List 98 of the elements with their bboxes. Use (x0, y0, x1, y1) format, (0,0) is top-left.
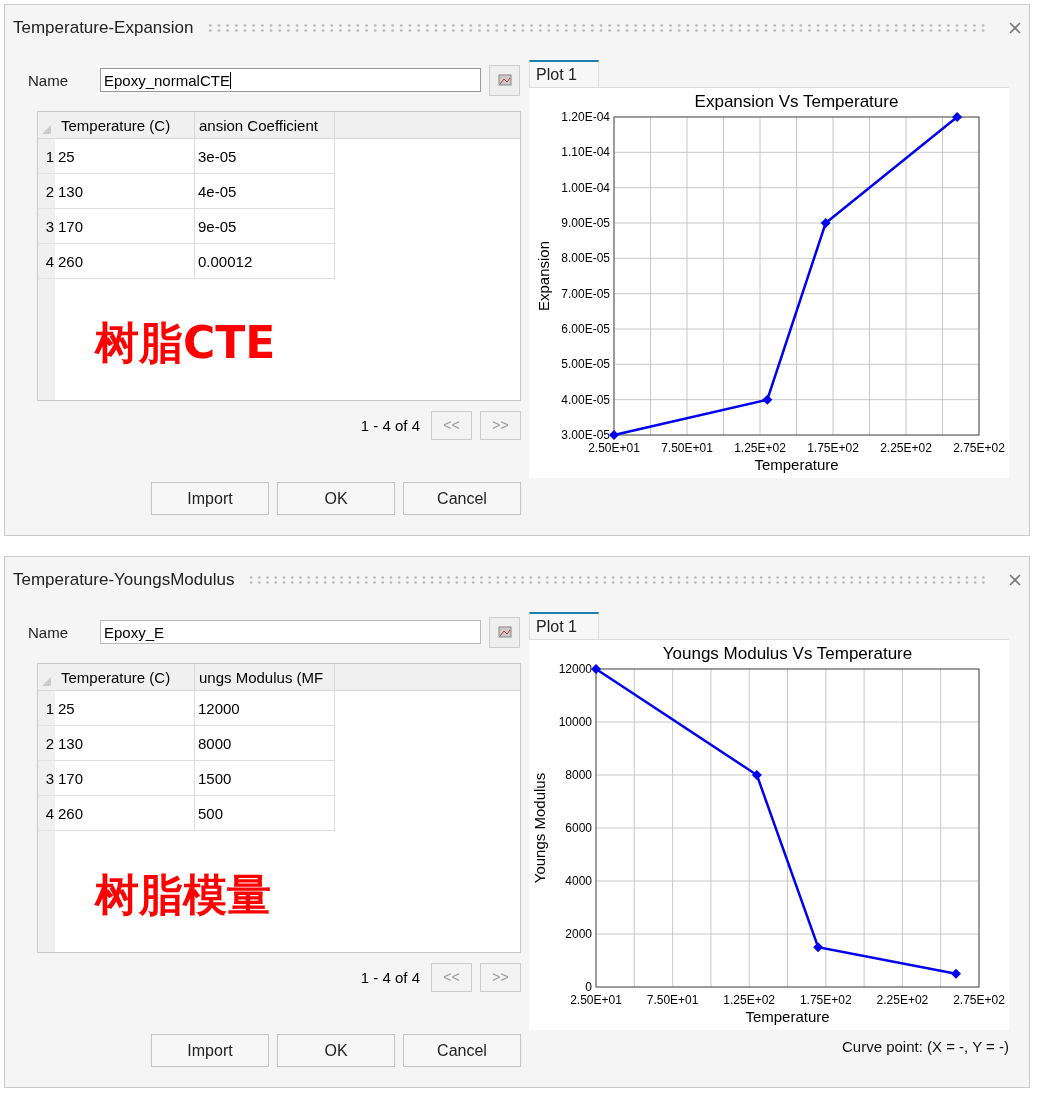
column-header[interactable]: ansion Coefficient (195, 112, 335, 138)
corner-icon (42, 125, 51, 134)
annotation-text: 树脂CTE (95, 316, 276, 370)
corner-icon (42, 677, 51, 686)
data-point (762, 394, 773, 405)
table-cell[interactable]: 170 (55, 761, 195, 796)
y-tick-label: 10000 (558, 715, 592, 729)
page-count: 1 - 4 of 4 (360, 416, 420, 434)
data-point (951, 968, 961, 979)
x-tick-label: 7.50E+01 (646, 993, 699, 1007)
image-icon (497, 73, 512, 87)
y-tick-label: 8000 (565, 768, 592, 782)
data-point (609, 430, 619, 440)
row-number: 3 (38, 761, 55, 796)
row-number: 2 (38, 174, 55, 209)
dialog-button[interactable]: Cancel (403, 482, 521, 515)
data-point (591, 664, 601, 674)
y-tick-label: 6.00E-05 (561, 322, 610, 336)
table-cell[interactable]: 1500 (195, 761, 335, 796)
y-tick-label: 6000 (565, 821, 592, 835)
row-number: 4 (38, 796, 55, 831)
x-tick-label: 1.25E+02 (723, 993, 776, 1007)
dialog-button[interactable]: Import (151, 482, 269, 515)
x-tick-label: 2.75E+02 (953, 993, 1005, 1007)
dialog-button[interactable]: OK (277, 482, 395, 515)
y-tick-label: 3.00E-05 (561, 428, 610, 442)
name-label: Name (27, 623, 69, 641)
row-number: 1 (38, 691, 55, 726)
y-tick-label: 1.00E-04 (561, 180, 610, 195)
image-button[interactable] (489, 616, 520, 648)
table-cell[interactable]: 8000 (195, 726, 335, 761)
y-tick-label: 4000 (565, 874, 592, 888)
page-count: 1 - 4 of 4 (360, 968, 420, 986)
data-point (813, 942, 824, 953)
x-tick-label: 1.25E+02 (734, 441, 786, 455)
table-cell[interactable]: 0.00012 (195, 244, 335, 279)
y-tick-label: 1.20E-04 (561, 110, 610, 124)
y-tick-label: 1.10E-04 (561, 145, 610, 160)
close-icon[interactable] (1009, 574, 1021, 586)
dialog-button[interactable]: Cancel (403, 1034, 521, 1067)
y-tick-label: 5.00E-05 (561, 357, 610, 372)
table-cell[interactable]: 4e-05 (195, 174, 335, 209)
y-axis-label: Expansion (535, 240, 552, 312)
x-tick-label: 7.50E+01 (661, 441, 713, 455)
row-number: 2 (38, 726, 55, 761)
table-cell[interactable]: 130 (55, 174, 195, 209)
y-tick-label: 8.00E-05 (561, 251, 610, 266)
chart-title: Youngs Modulus Vs Temperature (662, 644, 913, 663)
plot-tab[interactable]: Plot 1 (529, 60, 599, 87)
dialog-title: Temperature-YoungsModulus (13, 570, 235, 590)
curve-point-readout: Curve point: (X = -, Y = -) (841, 1038, 1009, 1055)
image-icon (497, 625, 512, 639)
y-tick-label: 0 (585, 980, 592, 994)
x-tick-label: 2.50E+01 (570, 993, 622, 1007)
table-cell[interactable]: 9e-05 (195, 209, 335, 244)
table-cell[interactable]: 260 (55, 244, 195, 279)
table-cell[interactable]: 130 (55, 726, 195, 761)
chart-title: Expansion Vs Temperature (694, 92, 899, 111)
data-point (751, 770, 762, 780)
plot-tab[interactable]: Plot 1 (529, 612, 599, 639)
column-header[interactable]: Temperature (C) (55, 112, 195, 138)
y-axis-label: Youngs Modulus (531, 772, 548, 884)
y-tick-label: 9.00E-05 (561, 216, 610, 230)
y-tick-label: 12000 (558, 662, 592, 676)
dialog-button[interactable]: OK (277, 1034, 395, 1067)
close-icon[interactable] (1009, 22, 1021, 34)
x-axis-label: Temperature (754, 456, 839, 473)
column-header[interactable]: ungs Modulus (MF (195, 664, 335, 690)
table-cell[interactable]: 12000 (195, 691, 335, 726)
y-tick-label: 7.00E-05 (561, 286, 610, 301)
x-tick-label: 2.25E+02 (876, 993, 929, 1007)
x-tick-label: 2.50E+01 (588, 441, 640, 455)
row-number: 1 (38, 139, 55, 174)
x-tick-label: 2.75E+02 (953, 441, 1005, 455)
x-tick-label: 1.75E+02 (807, 441, 859, 455)
x-tick-label: 1.75E+02 (799, 993, 852, 1007)
row-number: 4 (38, 244, 55, 279)
y-tick-label: 4.00E-05 (561, 392, 610, 407)
table-cell[interactable]: 25 (55, 691, 195, 726)
name-field[interactable]: Epoxy_normalCTE (100, 68, 481, 92)
data-point (820, 218, 831, 228)
y-tick-label: 2000 (565, 927, 592, 941)
x-tick-label: 2.25E+02 (880, 441, 932, 455)
annotation-text: 树脂模量 (95, 868, 271, 922)
table-cell[interactable]: 25 (55, 139, 195, 174)
table-cell[interactable]: 260 (55, 796, 195, 831)
table-cell[interactable]: 170 (55, 209, 195, 244)
table-cell[interactable]: 500 (195, 796, 335, 831)
image-button[interactable] (489, 64, 520, 96)
dialog-title: Temperature-Expansion (13, 18, 194, 38)
column-header[interactable]: Temperature (C) (55, 664, 195, 690)
name-field[interactable]: Epoxy_E (100, 620, 481, 644)
x-axis-label: Temperature (745, 1008, 830, 1025)
table-cell[interactable]: 3e-05 (195, 139, 335, 174)
row-number: 3 (38, 209, 55, 244)
data-point (952, 112, 963, 122)
dialog-button[interactable]: Import (151, 1034, 269, 1067)
name-label: Name (27, 71, 69, 89)
